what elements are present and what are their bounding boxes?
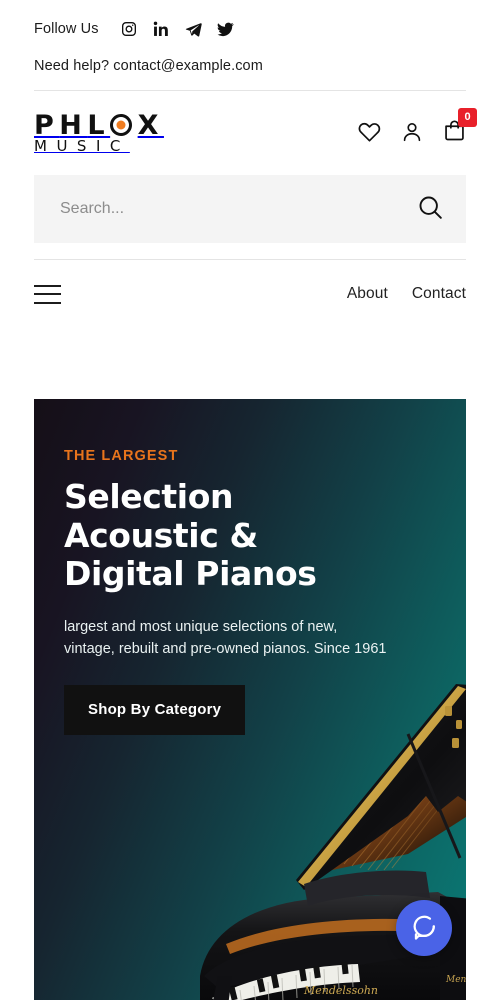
- nav-links: About Contact: [347, 285, 466, 303]
- search-bar[interactable]: [34, 175, 466, 243]
- hero-content: THE LARGEST Selection Acoustic & Digital…: [34, 399, 466, 735]
- twitter-icon[interactable]: [216, 21, 234, 38]
- svg-text:Mendelssohn: Mendelssohn: [445, 975, 466, 985]
- follow-us-row: Follow Us: [34, 16, 466, 42]
- wishlist-button[interactable]: [358, 120, 381, 146]
- hero-subtitle-line-1: largest and most unique selections of ne…: [64, 618, 338, 635]
- page-root: Follow Us Need help? contact@example.com…: [0, 0, 500, 1000]
- account-button[interactable]: [401, 121, 423, 146]
- logo-letter-o: [110, 114, 133, 136]
- hero-title-line-3: Digital Pianos: [64, 554, 317, 594]
- search-icon: [417, 194, 444, 224]
- logo-letter-p: P: [34, 109, 60, 141]
- cart-button-wrap[interactable]: 0: [443, 108, 477, 147]
- logo-letter-h: H: [59, 109, 88, 141]
- social-links: [121, 21, 234, 38]
- instagram-icon[interactable]: [121, 21, 138, 38]
- site-logo[interactable]: PHLX MUSIC: [34, 112, 164, 155]
- search-submit-button[interactable]: [417, 194, 444, 224]
- nav-link-about[interactable]: About: [347, 285, 388, 303]
- cart-count-badge: 0: [458, 108, 477, 127]
- help-chat-beacon-button[interactable]: [396, 900, 452, 956]
- hero-title-line-1: Selection: [64, 477, 234, 516]
- logo-letter-x: X: [137, 109, 164, 141]
- search-section: [34, 175, 466, 243]
- help-contact-text: Need help? contact@example.com: [34, 58, 263, 74]
- heart-icon: [358, 120, 381, 146]
- hero-title-line-2: Acoustic &: [64, 515, 258, 555]
- main-navbar: About Contact: [0, 260, 500, 328]
- chat-bubble-icon: [410, 913, 438, 944]
- nav-link-contact[interactable]: Contact: [412, 285, 466, 303]
- hero-title: Selection Acoustic & Digital Pianos: [64, 477, 436, 594]
- hero-eyebrow: THE LARGEST: [64, 448, 179, 464]
- header-icon-group: 0: [358, 108, 477, 147]
- hero-banner: Mendelssohn Mendelssohn THE LARGEST Sele…: [34, 399, 466, 1000]
- follow-us-label: Follow Us: [34, 21, 99, 37]
- shop-by-category-button[interactable]: Shop By Category: [64, 684, 246, 735]
- site-header: PHLX MUSIC 0: [0, 91, 500, 175]
- telegram-icon[interactable]: [185, 21, 202, 38]
- hero-subtitle: largest and most unique selections of ne…: [64, 616, 394, 661]
- linkedin-icon[interactable]: [153, 21, 170, 38]
- hero-subtitle-line-2: vintage, rebuilt and pre-owned pianos. S…: [64, 641, 387, 658]
- logo-wordmark: PHLX: [34, 112, 164, 139]
- logo-subtext: MUSIC: [34, 136, 130, 155]
- user-icon: [401, 121, 423, 146]
- logo-letter-l: L: [87, 109, 111, 141]
- hamburger-menu-icon[interactable]: [34, 284, 61, 304]
- search-input[interactable]: [60, 200, 417, 218]
- svg-text:Mendelssohn: Mendelssohn: [303, 984, 378, 997]
- topbar: Follow Us Need help? contact@example.com: [0, 0, 500, 74]
